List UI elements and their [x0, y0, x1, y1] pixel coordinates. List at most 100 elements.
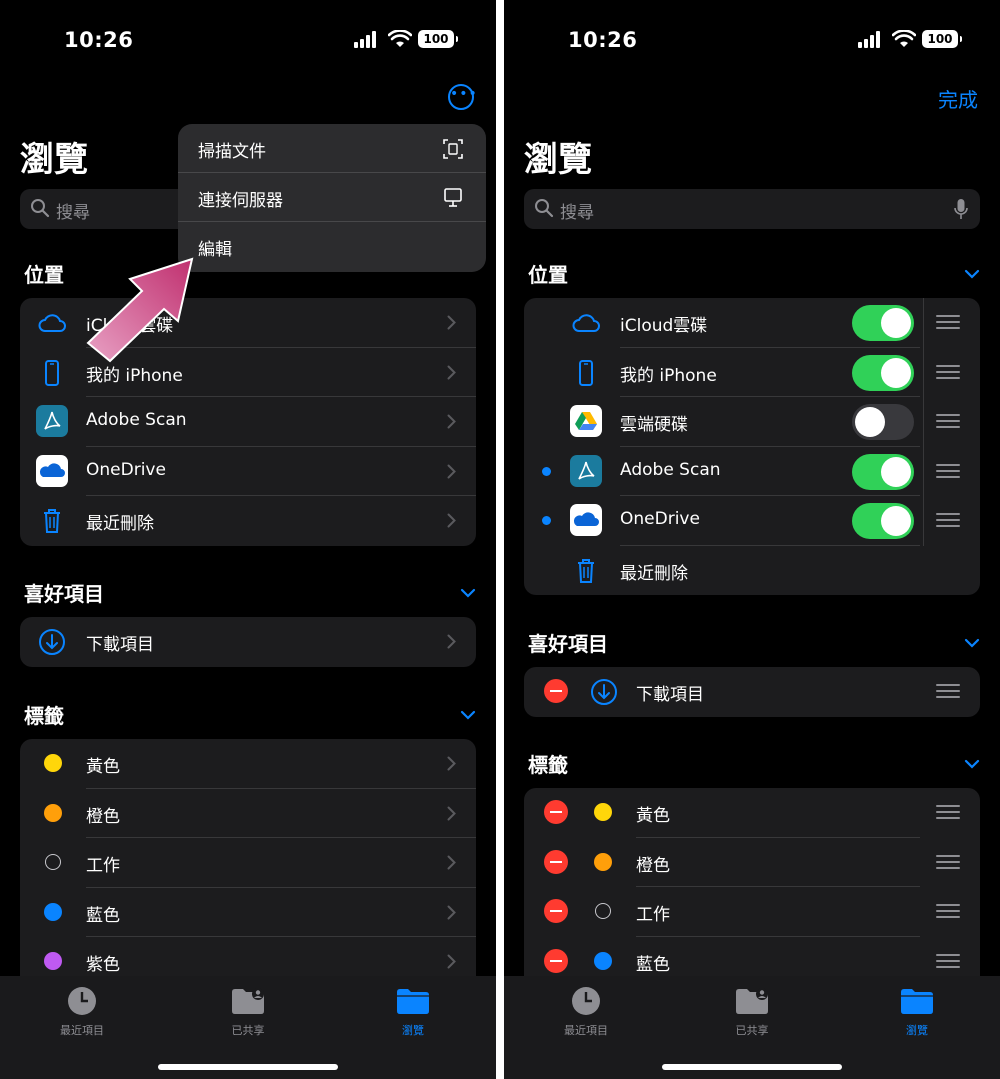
empty-dot-icon [595, 903, 611, 919]
favorite-downloads[interactable]: 下載項目 [20, 617, 476, 667]
page-title: 瀏覽 [20, 140, 88, 180]
location-my-iphone: 我的 iPhone [524, 347, 980, 397]
reorder-handle-icon[interactable] [936, 854, 960, 869]
more-options-button[interactable]: ••• [448, 84, 477, 110]
reorder-handle-icon[interactable] [936, 904, 960, 918]
tag-yellow[interactable]: 黃色 [20, 739, 476, 789]
section-title-locations: 位置 [528, 263, 568, 287]
search-field[interactable]: 搜尋 [524, 189, 980, 229]
empty-dot-icon [45, 854, 61, 870]
favorite-label: 下載項目 [636, 685, 704, 705]
location-icloud: iCloud雲碟 [524, 298, 980, 348]
chevron-right-icon [447, 954, 456, 969]
chevron-down-icon[interactable] [460, 710, 476, 720]
tab-shared[interactable]: 已共享 [198, 986, 298, 1038]
location-onedrive[interactable]: OneDrive [20, 447, 476, 496]
trash-icon [578, 558, 594, 583]
remove-button[interactable] [544, 948, 568, 973]
menu-item-connect-server[interactable]: 連接伺服器 [178, 173, 486, 222]
iphone-icon [579, 359, 593, 386]
chevron-down-icon[interactable] [460, 588, 476, 598]
chevron-down-icon[interactable] [964, 269, 980, 279]
chevron-right-icon [447, 806, 456, 820]
tag-purple[interactable]: 紫色 [20, 937, 476, 979]
location-toggle-on[interactable] [852, 305, 914, 341]
download-icon [591, 679, 617, 705]
tags-edit-list: 黃色 橙色 工作 藍色 [524, 788, 980, 978]
signal-icon [858, 30, 884, 48]
search-placeholder: 搜尋 [56, 203, 90, 223]
download-icon [39, 629, 65, 655]
location-label: 最近刪除 [86, 514, 154, 534]
tab-shared[interactable]: 已共享 [702, 986, 802, 1038]
location-label: 雲端硬碟 [620, 415, 688, 435]
tab-browse[interactable]: 瀏覽 [867, 986, 967, 1038]
location-label: iCloud雲碟 [620, 316, 708, 336]
search-placeholder: 搜尋 [560, 203, 594, 223]
location-recently-deleted[interactable]: 最近刪除 [20, 496, 476, 546]
shared-folder-icon [736, 988, 768, 1014]
section-title-favorites: 喜好項目 [528, 632, 608, 656]
search-icon [31, 199, 50, 218]
location-toggle-off[interactable] [852, 404, 914, 440]
reorder-handle-icon[interactable] [936, 364, 960, 379]
tag-orange[interactable]: 橙色 [20, 789, 476, 838]
tab-label: 最近項目 [60, 1024, 104, 1037]
adobe-scan-icon [570, 454, 602, 487]
tag-label: 黃色 [636, 806, 670, 826]
remove-button[interactable] [544, 899, 568, 923]
microphone-icon[interactable] [954, 198, 968, 220]
location-recently-deleted: 最近刪除 [524, 546, 980, 596]
context-menu: 掃描文件 連接伺服器 編輯 [178, 124, 486, 272]
remove-button[interactable] [544, 679, 568, 703]
tag-blue[interactable]: 藍色 [20, 888, 476, 937]
chevron-right-icon [447, 365, 456, 379]
tab-browse[interactable]: 瀏覽 [363, 986, 463, 1038]
chevron-right-icon [447, 905, 456, 919]
tab-label: 已共享 [735, 1024, 769, 1037]
menu-item-edit[interactable]: 編輯 [178, 222, 486, 271]
home-indicator [158, 1064, 338, 1070]
done-button[interactable]: 完成 [938, 84, 978, 113]
location-adobe-scan[interactable]: Adobe Scan [20, 397, 476, 447]
section-title-tags: 標籤 [528, 753, 568, 777]
menu-item-label: 編輯 [198, 240, 232, 260]
chevron-right-icon [447, 634, 456, 649]
location-toggle-on[interactable] [852, 354, 914, 391]
reorder-handle-icon[interactable] [936, 414, 960, 428]
chevron-down-icon[interactable] [964, 638, 980, 648]
location-label: Adobe Scan [620, 459, 721, 480]
tag-label: 橙色 [636, 855, 670, 876]
signal-icon [354, 30, 380, 48]
tag-work[interactable]: 工作 [20, 838, 476, 888]
reorder-handle-icon[interactable] [936, 953, 960, 968]
reorder-handle-icon[interactable] [936, 463, 960, 478]
chevron-down-icon[interactable] [964, 759, 980, 769]
panel-divider [496, 0, 504, 1079]
reorder-handle-icon[interactable] [936, 315, 960, 329]
phone-right-edit: 10:26 100 完成 瀏覽 搜尋 位置 iCloud雲碟 我的 iPhone [504, 0, 1000, 1079]
orange-dot-icon [44, 803, 62, 822]
blue-dot-icon [594, 951, 612, 970]
remove-button[interactable] [544, 800, 568, 824]
location-toggle-on[interactable] [852, 453, 914, 490]
menu-item-scan-documents[interactable]: 掃描文件 [178, 124, 486, 173]
purple-dot-icon [44, 952, 62, 970]
menu-item-label: 連接伺服器 [198, 191, 283, 211]
cloud-icon [572, 314, 600, 332]
tab-recents[interactable]: 最近項目 [536, 986, 636, 1038]
tag-yellow: 黃色 [524, 788, 980, 838]
reorder-handle-icon[interactable] [936, 513, 960, 527]
tag-label: 紫色 [86, 955, 120, 975]
remove-button[interactable] [544, 849, 568, 874]
reorder-handle-icon[interactable] [936, 805, 960, 819]
battery-icon: 100 [922, 30, 962, 48]
new-indicator-dot [542, 516, 551, 525]
tab-label: 瀏覽 [402, 1024, 424, 1037]
location-google-drive: 雲端硬碟 [524, 397, 980, 447]
phone-left-browse: 10:26 100 ••• 瀏覽 搜尋 位置 iCloud雲碟 我的 iPhon… [0, 0, 496, 1079]
reorder-handle-icon[interactable] [936, 684, 960, 698]
tab-recents[interactable]: 最近項目 [32, 986, 132, 1038]
location-toggle-on[interactable] [852, 503, 914, 539]
location-label: Adobe Scan [86, 410, 187, 430]
